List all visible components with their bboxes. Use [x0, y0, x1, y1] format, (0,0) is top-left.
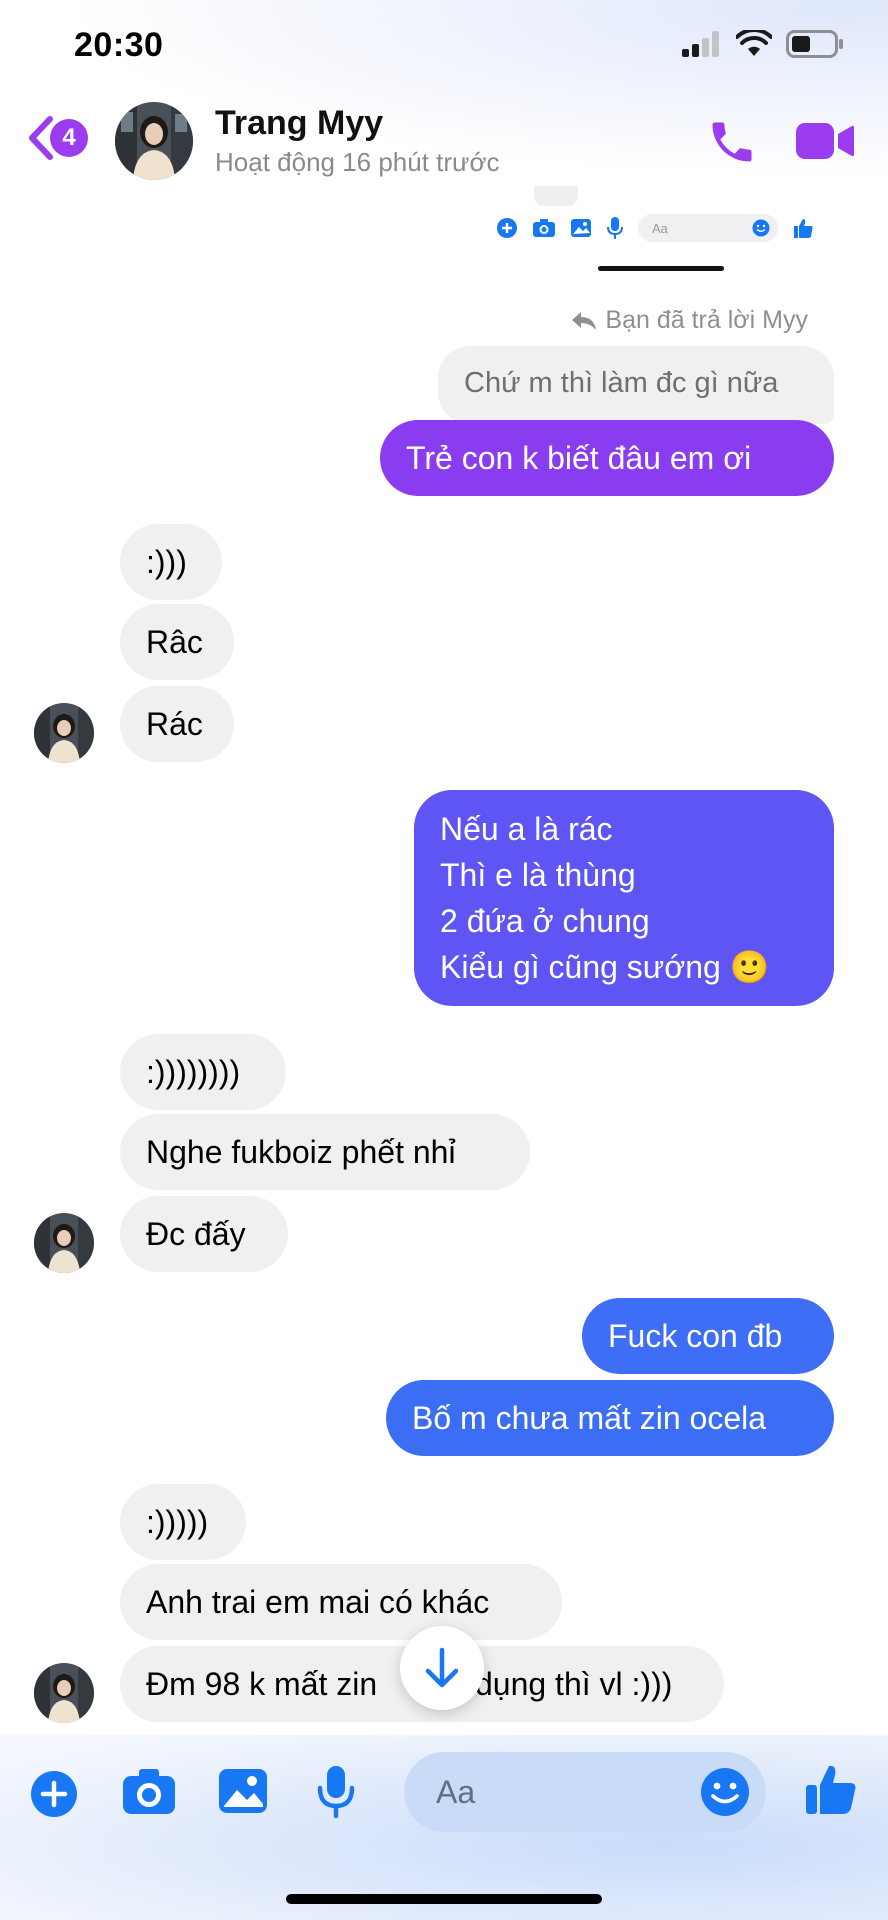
incoming-message[interactable]: Đc đấy: [120, 1196, 288, 1272]
unread-badge: 4: [50, 119, 88, 157]
plus-icon: [31, 1771, 77, 1817]
embedded-input-placeholder: Aa: [652, 220, 668, 236]
incoming-message[interactable]: :))))): [120, 1484, 246, 1560]
microphone-icon: [317, 1766, 355, 1819]
image-icon: [571, 219, 591, 237]
camera-icon: [533, 219, 555, 237]
outgoing-message[interactable]: Fuck con đb: [582, 1298, 834, 1374]
camera-button[interactable]: [122, 1766, 176, 1821]
contact-activity: Hoạt động 16 phút trước: [215, 147, 500, 177]
status-icons: [682, 30, 844, 58]
image-icon: [219, 1769, 267, 1813]
reply-indicator-text: Bạn đã trả lời Myy: [605, 306, 808, 334]
add-button[interactable]: [30, 1770, 78, 1823]
phone-call-button[interactable]: [706, 116, 758, 173]
emoji-icon: [752, 219, 770, 237]
contact-avatar-small: [34, 703, 94, 763]
outgoing-message[interactable]: Trẻ con k biết đâu em ơi: [380, 420, 834, 496]
plus-icon: [497, 218, 517, 238]
signal-icon: [682, 31, 719, 57]
reply-arrow-icon: [572, 311, 597, 330]
outgoing-message[interactable]: Bố m chưa mất zin ocela: [386, 1380, 834, 1456]
thumbs-up-icon: [806, 1765, 856, 1814]
wifi-icon: [736, 30, 772, 56]
arrow-down-icon: [425, 1647, 459, 1688]
contact-avatar-small: [34, 1213, 94, 1273]
reply-indicator: Bạn đã trả lời Myy: [571, 306, 808, 335]
contact-name[interactable]: Trang Myy: [215, 104, 383, 143]
embedded-home-indicator: [598, 266, 724, 271]
gallery-button[interactable]: [218, 1766, 268, 1821]
microphone-icon: [607, 217, 623, 239]
voice-button[interactable]: [316, 1764, 356, 1823]
embedded-composer: Aa: [496, 214, 814, 242]
status-time: 20:30: [74, 26, 164, 64]
incoming-message[interactable]: :))): [120, 524, 222, 600]
scroll-to-bottom-button[interactable]: [400, 1626, 484, 1710]
emoji-icon[interactable]: [700, 1767, 750, 1817]
contact-avatar-small: [34, 1663, 94, 1723]
like-button[interactable]: [804, 1762, 858, 1821]
contact-avatar[interactable]: [115, 102, 193, 180]
message-input-placeholder: Aa: [436, 1773, 476, 1810]
phone-icon: [712, 122, 752, 162]
embedded-bubble-fragment: [534, 186, 578, 206]
incoming-message[interactable]: :)))))))): [120, 1034, 286, 1110]
video-call-button[interactable]: [796, 120, 854, 167]
message-input[interactable]: Aa: [404, 1752, 766, 1832]
incoming-message[interactable]: Anh trai em mai có khác: [120, 1564, 562, 1640]
incoming-message[interactable]: Râc: [120, 604, 234, 680]
home-indicator: [286, 1894, 602, 1904]
embedded-input: Aa: [638, 214, 778, 242]
outgoing-message[interactable]: Nếu a là rác Thì e là thùng 2 đứa ở chun…: [414, 790, 834, 1006]
back-button[interactable]: 4: [26, 115, 88, 161]
battery-icon: [786, 30, 843, 58]
like-icon: [794, 219, 813, 238]
incoming-message[interactable]: Rác: [120, 686, 234, 762]
camera-icon: [123, 1769, 175, 1814]
incoming-message[interactable]: Nghe fukboiz phết nhỉ: [120, 1114, 530, 1190]
quoted-message[interactable]: Chứ m thì làm đc gì nữa: [438, 346, 834, 424]
video-camera-icon: [796, 123, 854, 159]
